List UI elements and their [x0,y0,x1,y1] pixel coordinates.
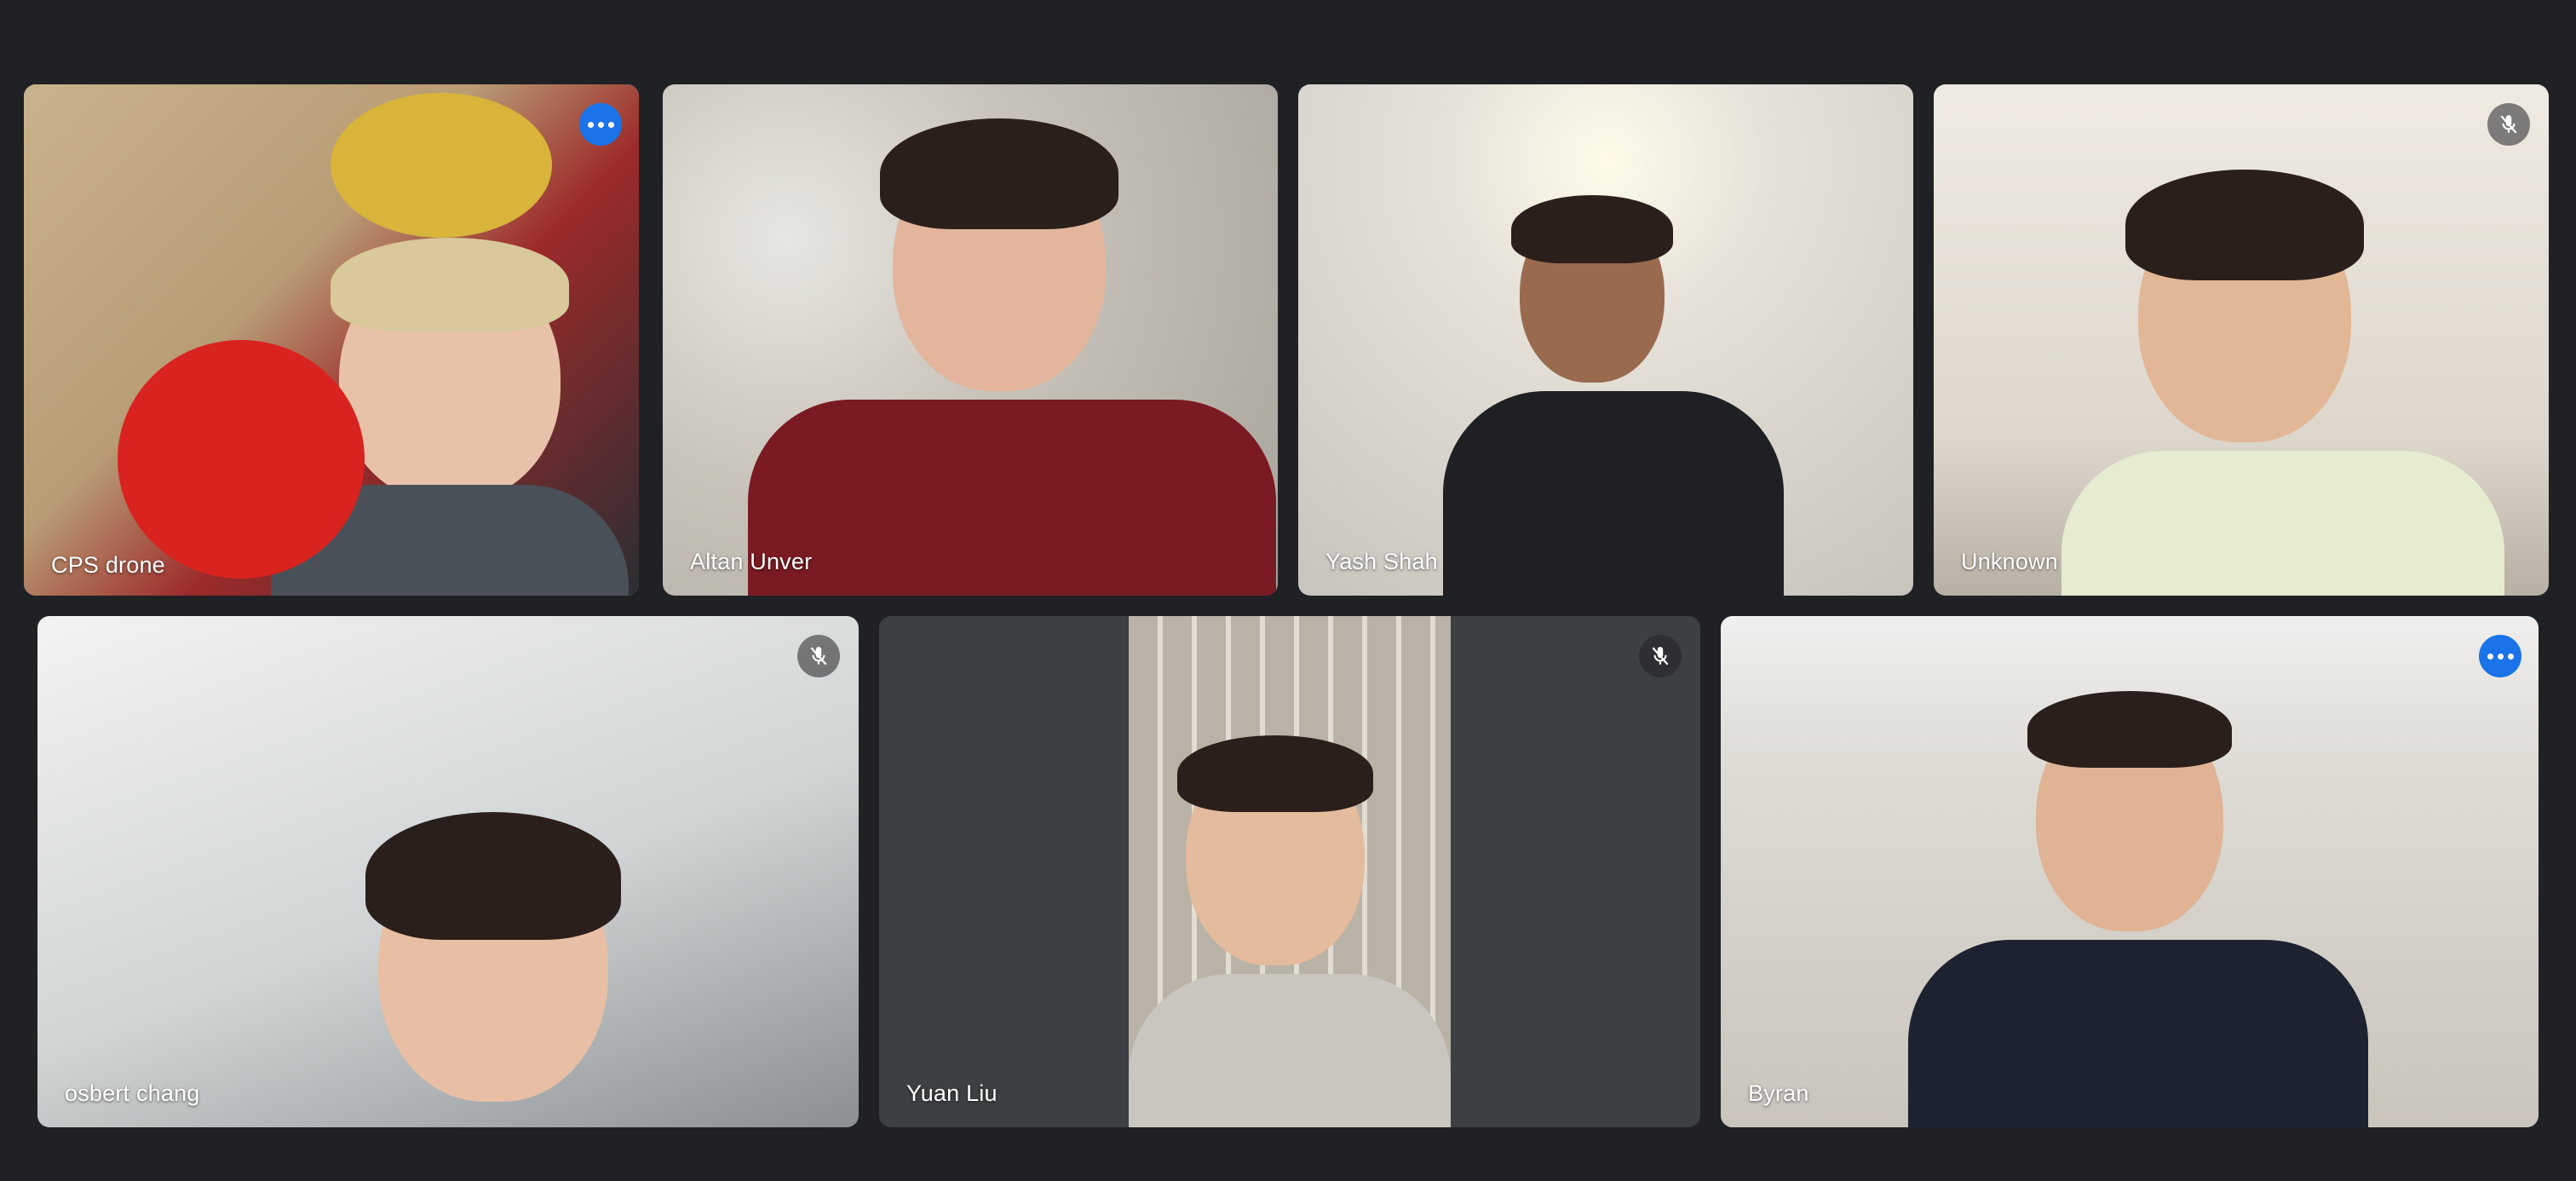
red-balloon [118,340,365,579]
hair [2125,170,2364,280]
hat [331,238,569,331]
participant-tile-unknown[interactable]: Unknown [1934,84,2549,596]
mic-off-icon [797,635,840,677]
shirt [2061,451,2504,596]
more-options-button[interactable] [2479,635,2521,677]
participant-tile-byran[interactable]: Byran [1721,616,2539,1127]
shirt [748,400,1276,596]
participant-name: Byran [1748,1080,1809,1106]
participant-name: Yash Shah [1325,549,1438,574]
more-options-icon [2487,653,2514,660]
mic-off-icon [1639,635,1682,677]
shirt [1443,391,1784,596]
meeting-grid: CPS drone Altan Unver Yash Shah Unknown [0,0,2576,1181]
hair [365,812,621,940]
more-options-button[interactable] [579,103,622,146]
gold-balloon [331,93,552,238]
participant-tile-yash-shah[interactable]: Yash Shah [1298,84,1913,596]
hair [2027,691,2232,768]
participant-tile-osbert-chang[interactable]: osbert chang [37,616,859,1127]
participant-name: Unknown [1961,549,2058,574]
shirt [1908,940,2368,1127]
participant-tile-yuan-liu[interactable]: Yuan Liu [879,616,1700,1127]
shirt [1129,974,1451,1127]
more-options-icon [587,121,614,128]
participant-tile-cps-drone[interactable]: CPS drone [24,84,639,596]
participant-tile-altan-unver[interactable]: Altan Unver [663,84,1278,596]
participant-name: CPS drone [51,552,165,578]
hair [1511,195,1673,263]
hair [880,118,1118,229]
participant-name: Altan Unver [690,549,813,574]
participant-name: Yuan Liu [906,1080,998,1106]
mic-off-icon [2487,103,2530,146]
hair [1177,735,1373,812]
participant-name: osbert chang [65,1080,200,1106]
